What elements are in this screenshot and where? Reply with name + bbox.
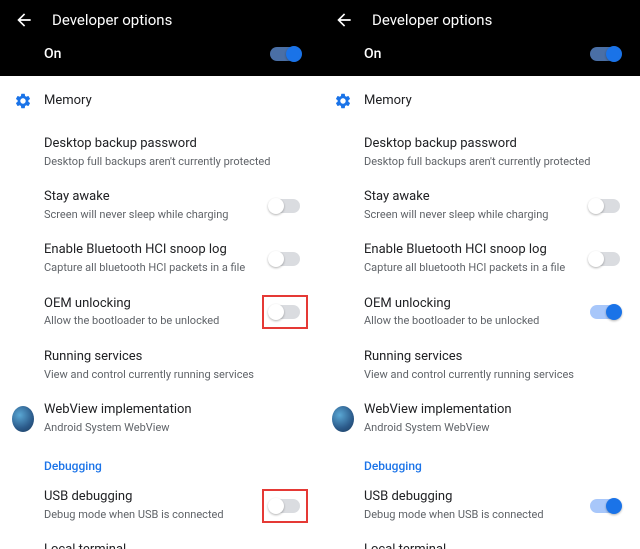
setting-title: Local terminal [44,542,262,549]
setting-subtitle: Android System WebView [44,421,292,435]
setting-subtitle: Capture all bluetooth HCI packets in a f… [44,261,262,275]
setting-subtitle: Screen will never sleep while charging [44,208,262,222]
setting-webview[interactable]: WebView implementation Android System Web… [0,392,320,445]
gear-icon [12,90,34,112]
section-header-debugging: Debugging [0,445,320,479]
master-switch-label: On [44,46,61,62]
toggle-stay_awake[interactable] [590,199,620,213]
app-header: Developer options On [0,0,320,76]
setting-oem[interactable]: OEM unlockingAllow the bootloader to be … [0,286,320,339]
setting-subtitle: Debug mode when USB is connected [44,508,262,522]
gear-icon [332,90,354,112]
screen-left: Developer options On Memory Desktop backup … [0,0,320,549]
section-header-debugging: Debugging [320,445,640,479]
page-title: Developer options [372,11,492,29]
setting-title: Memory [44,93,292,110]
setting-subtitle: Desktop full backups aren't currently pr… [364,155,612,169]
back-arrow-icon[interactable] [14,10,34,30]
setting-title: Local terminal [364,542,582,549]
setting-title: WebView implementation [44,402,292,419]
setting-subtitle: View and control currently running servi… [364,368,612,382]
setting-running[interactable]: Running services View and control current… [320,339,640,392]
toggle-usb[interactable] [270,499,300,513]
setting-title: OEM unlocking [364,296,582,313]
page-title: Developer options [52,11,172,29]
setting-backup[interactable]: Desktop backup password Desktop full back… [320,126,640,179]
setting-bt_snoop[interactable]: Enable Bluetooth HCI snoop log Capture al… [0,232,320,285]
setting-title: USB debugging [364,489,582,506]
setting-bt_snoop[interactable]: Enable Bluetooth HCI snoop log Capture al… [320,232,640,285]
setting-title: WebView implementation [364,402,612,419]
setting-running[interactable]: Running services View and control current… [0,339,320,392]
setting-memory[interactable]: Memory [320,76,640,126]
setting-title: Desktop backup password [44,136,292,153]
toggle-usb[interactable] [590,499,620,513]
setting-subtitle: Capture all bluetooth HCI packets in a f… [364,261,582,275]
setting-title: Desktop backup password [364,136,612,153]
setting-subtitle: Allow the bootloader to be unlocked [44,314,262,328]
back-arrow-icon[interactable] [334,10,354,30]
toggle-stay_awake[interactable] [270,199,300,213]
setting-terminal[interactable]: Local terminalEnable terminal app that o… [0,532,320,549]
setting-subtitle: Android System WebView [364,421,612,435]
setting-webview[interactable]: WebView implementation Android System Web… [320,392,640,445]
setting-oem[interactable]: OEM unlockingAllow the bootloader to be … [320,286,640,339]
setting-subtitle: Desktop full backups aren't currently pr… [44,155,292,169]
toggle-oem[interactable] [590,305,620,319]
setting-subtitle: Screen will never sleep while charging [364,208,582,222]
setting-backup[interactable]: Desktop backup password Desktop full back… [0,126,320,179]
setting-usb[interactable]: USB debugging Debug mode when USB is conn… [0,479,320,532]
master-toggle[interactable] [270,47,300,61]
screen-right: Developer options On Memory Desktop backup … [320,0,640,549]
setting-subtitle: View and control currently running servi… [44,368,292,382]
webview-icon [332,408,354,430]
setting-title: Running services [364,349,612,366]
master-toggle[interactable] [590,47,620,61]
setting-title: Enable Bluetooth HCI snoop log [364,242,582,259]
setting-terminal[interactable]: Local terminalEnable terminal app that o… [320,532,640,549]
setting-subtitle: Allow the bootloader to be unlocked [364,314,582,328]
setting-stay_awake[interactable]: Stay awake Screen will never sleep while … [0,179,320,232]
toggle-oem[interactable] [270,305,300,319]
setting-title: Enable Bluetooth HCI snoop log [44,242,262,259]
toggle-bt_snoop[interactable] [590,252,620,266]
setting-title: Running services [44,349,292,366]
setting-title: OEM unlocking [44,296,262,313]
setting-usb[interactable]: USB debugging Debug mode when USB is conn… [320,479,640,532]
setting-title: Stay awake [364,189,582,206]
toggle-bt_snoop[interactable] [270,252,300,266]
setting-title: Memory [364,93,612,110]
app-header: Developer options On [320,0,640,76]
webview-icon [12,408,34,430]
setting-title: USB debugging [44,489,262,506]
setting-memory[interactable]: Memory [0,76,320,126]
setting-title: Stay awake [44,189,262,206]
setting-subtitle: Debug mode when USB is connected [364,508,582,522]
setting-stay_awake[interactable]: Stay awake Screen will never sleep while … [320,179,640,232]
master-switch-label: On [364,46,381,62]
